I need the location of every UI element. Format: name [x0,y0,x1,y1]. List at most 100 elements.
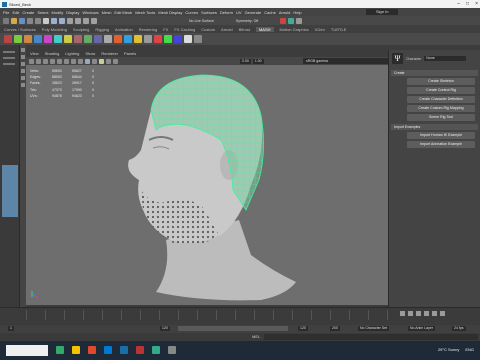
tab-fx-caching[interactable]: FX Caching [174,27,195,32]
lights-icon[interactable] [99,58,104,64]
shelf-tool-icon[interactable] [94,35,102,43]
xray-icon[interactable] [113,58,118,64]
textured-icon[interactable] [92,58,97,64]
go-to-start-icon[interactable] [400,311,405,316]
tab-rendering[interactable]: Rendering [139,27,157,32]
shelf-tool-icon[interactable] [74,35,82,43]
menu-surfaces[interactable]: Surfaces [201,10,217,15]
snap-grid-icon[interactable] [67,17,73,24]
resolution-gate-icon[interactable] [71,58,76,64]
menu-mesh-display[interactable]: Mesh Display [158,10,182,15]
shelf-tool-icon[interactable] [54,35,62,43]
menu-mesh-tools[interactable]: Mesh Tools [135,10,155,15]
tab-curves-surfaces[interactable]: Curves / Surfaces [4,27,36,32]
head-model[interactable] [111,70,311,305]
range-start-field[interactable]: 120 [160,326,170,331]
import-examples-section-header[interactable]: Import Examples [391,124,478,130]
menu-modify[interactable]: Modify [52,10,64,15]
panel-menu-shading[interactable]: Shading [45,51,60,56]
create-custom-rig-mapping-button[interactable]: Create Custom Rig Mapping [407,105,475,112]
shelf-tool-icon[interactable] [64,35,72,43]
shelf-tool-icon[interactable] [164,35,172,43]
menu-deform[interactable]: Deform [220,10,233,15]
sign-in-button[interactable]: Sign In [366,9,399,15]
selected-node-highlight[interactable] [2,165,18,217]
paint-select-icon[interactable] [21,62,25,66]
maya-taskbar-icon[interactable] [120,346,128,354]
menu-create[interactable]: Create [22,10,34,15]
menu-edit[interactable]: Edit [12,10,19,15]
character-dropdown[interactable]: None [424,56,467,61]
tab-arnold[interactable]: Arnold [221,27,233,32]
play-forward-icon[interactable] [424,311,429,316]
render-settings-icon[interactable] [296,17,303,24]
tab-poly-modeling[interactable]: Poly Modeling [42,27,67,32]
app-icon[interactable] [168,346,176,354]
menu-mesh[interactable]: Mesh [102,10,112,15]
gamma-field[interactable]: 1.00 [252,58,264,64]
shelf-tool-icon[interactable] [154,35,162,43]
scene-rig-tool-button[interactable]: Scene Rig Tool [407,114,475,121]
panel-menu-panels[interactable]: Panels [124,51,136,56]
tab-motion-graphics[interactable]: Motion Graphics [280,27,309,32]
tab-sculpting[interactable]: Sculpting [73,27,89,32]
panel-menu-show[interactable]: Show [85,51,95,56]
select-object-icon[interactable] [51,17,57,24]
menu-curves[interactable]: Curves [185,10,198,15]
shelf-tool-icon[interactable] [134,35,142,43]
color-space-dropdown[interactable]: sRGB gamma [303,58,388,64]
tab-mash[interactable]: MASH [255,26,274,32]
character-set-dropdown[interactable]: No Character Set [358,326,390,331]
shelf-tool-icon[interactable] [174,35,182,43]
redo-icon[interactable] [35,17,41,24]
snap-point-icon[interactable] [83,17,89,24]
panel-menu-view[interactable]: View [30,51,39,56]
render-icon[interactable] [280,17,287,24]
select-tool-icon[interactable] [21,48,25,52]
shelf-tool-icon[interactable] [84,35,92,43]
menu-windows[interactable]: Windows [82,10,98,15]
exposure-field[interactable]: 0.00 [240,58,251,64]
panel-menu-lighting[interactable]: Lighting [65,51,79,56]
maximize-icon[interactable]: □ [466,1,469,7]
shelf-tool-icon[interactable] [114,35,122,43]
tab-bifrost[interactable]: Bifrost [239,27,250,32]
tab-rigging[interactable]: Rigging [95,27,109,32]
time-slider[interactable] [0,307,480,325]
menu-cache[interactable]: Cache [264,10,276,15]
camera-icon[interactable] [29,58,34,64]
snap-view-icon[interactable] [91,17,97,24]
undo-icon[interactable] [27,17,33,24]
menu-generate[interactable]: Generate [245,10,262,15]
shelf-tool-icon[interactable] [4,35,12,43]
menu-display[interactable]: Display [66,10,79,15]
weather-widget[interactable]: 29°C Sunny [438,347,459,352]
tab-custom[interactable]: Custom [201,27,215,32]
live-surface-label[interactable]: No Live Surface [189,19,214,23]
rotate-tool-icon[interactable] [21,76,25,80]
range-end-field[interactable]: 120 [298,326,308,331]
viewport[interactable]: Verts: 55693 55627 0 Edges: 68000 66644 … [26,65,388,305]
menu-edit-mesh[interactable]: Edit Mesh [114,10,132,15]
outliner-icon[interactable] [3,57,15,59]
image-plane-icon[interactable] [50,58,55,64]
lasso-tool-icon[interactable] [21,55,25,59]
wireframe-icon[interactable] [78,58,83,64]
app-icon[interactable] [152,346,160,354]
snap-curve-icon[interactable] [75,17,81,24]
close-icon[interactable]: × [475,1,478,7]
go-to-end-icon[interactable] [440,311,445,316]
move-tool-icon[interactable] [21,69,25,73]
bookmark-icon[interactable] [43,58,48,64]
menu-arnold[interactable]: Arnold [279,10,291,15]
language-indicator[interactable]: ENG [465,347,474,352]
shadows-icon[interactable] [106,58,111,64]
step-back-icon[interactable] [408,311,413,316]
shelf-tool-icon[interactable] [144,35,152,43]
tab-animation[interactable]: Animation [115,27,133,32]
chrome-icon[interactable] [88,346,96,354]
create-skeleton-button[interactable]: Create Skeleton [407,78,475,85]
create-character-definition-button[interactable]: Create Character Definition [407,96,475,103]
create-control-rig-button[interactable]: Create Control Rig [407,87,475,94]
grid-icon[interactable] [57,58,62,64]
